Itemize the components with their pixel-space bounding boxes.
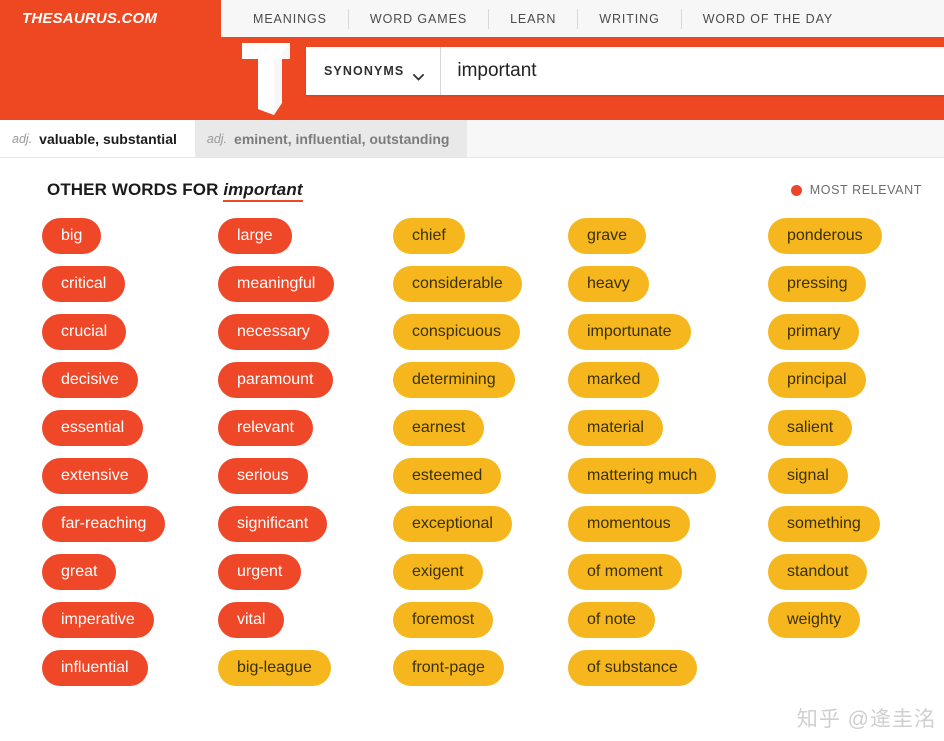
synonym-chip[interactable]: marked bbox=[568, 362, 660, 398]
synonym-chip[interactable]: relevant bbox=[218, 410, 313, 446]
chevron-down-icon bbox=[413, 68, 425, 81]
synonym-chip[interactable]: chief bbox=[393, 218, 465, 254]
synonym-chip[interactable]: big bbox=[42, 218, 102, 254]
nav-item-word-games[interactable]: WORD GAMES bbox=[347, 8, 488, 29]
pos-tabs-filler bbox=[467, 120, 944, 157]
synonym-chip[interactable]: urgent bbox=[218, 554, 302, 590]
nav-item-learn[interactable]: LEARN bbox=[488, 8, 577, 29]
synonym-chip[interactable]: large bbox=[218, 218, 292, 254]
synonym-chip[interactable]: something bbox=[768, 506, 880, 542]
synonym-chip[interactable]: grave bbox=[568, 218, 647, 254]
synonym-chip[interactable]: signal bbox=[768, 458, 848, 494]
top-navigation-bar: THESAURUS.COM MEANINGS WORD GAMES LEARN … bbox=[0, 0, 944, 37]
pos-tab-valuable-substantial[interactable]: adj. valuable, substantial bbox=[0, 120, 195, 157]
nav-item-writing[interactable]: WRITING bbox=[577, 8, 680, 29]
site-logo-text[interactable]: THESAURUS.COM bbox=[0, 0, 221, 37]
synonym-chip[interactable]: pressing bbox=[768, 266, 867, 302]
synonym-chip[interactable]: earnest bbox=[393, 410, 485, 446]
synonym-chip[interactable]: esteemed bbox=[393, 458, 502, 494]
nav-item-meanings[interactable]: MEANINGS bbox=[221, 9, 348, 29]
search-band: SYNONYMS bbox=[0, 37, 944, 120]
synonym-chip[interactable]: mattering much bbox=[568, 458, 717, 494]
pos-tab-eminent-influential-outstanding[interactable]: adj. eminent, influential, outstanding bbox=[194, 120, 468, 157]
synonym-chip[interactable]: front-page bbox=[393, 650, 504, 686]
synonym-chip[interactable]: conspicuous bbox=[393, 314, 520, 350]
synonym-chip[interactable]: critical bbox=[42, 266, 126, 302]
page-title-query-word: important bbox=[223, 180, 303, 202]
relevance-dot-icon bbox=[790, 184, 802, 196]
search-mode-label: SYNONYMS bbox=[324, 64, 405, 78]
search-box: SYNONYMS bbox=[306, 47, 944, 95]
synonym-chip[interactable]: primary bbox=[768, 314, 860, 350]
synonym-chip[interactable]: decisive bbox=[42, 362, 138, 398]
pos-tab-words-1: eminent, influential, outstanding bbox=[234, 130, 450, 147]
search-mode-selector[interactable]: SYNONYMS bbox=[306, 47, 442, 95]
synonym-chip[interactable]: great bbox=[42, 554, 117, 590]
pos-tab-label-0: adj. bbox=[12, 131, 33, 146]
synonym-chip[interactable]: extensive bbox=[42, 458, 148, 494]
synonym-chip[interactable]: momentous bbox=[568, 506, 690, 542]
synonyms-panel: OTHER WORDS FOR important MOST RELEVANT … bbox=[0, 158, 944, 741]
synonym-chip[interactable]: vital bbox=[218, 602, 285, 638]
relevance-legend-label: MOST RELEVANT bbox=[809, 183, 922, 197]
nav-links: MEANINGS WORD GAMES LEARN WRITING WORD O… bbox=[221, 0, 944, 37]
synonym-chip[interactable]: crucial bbox=[42, 314, 127, 350]
page-title-prefix: OTHER WORDS FOR bbox=[47, 180, 219, 199]
panel-header: OTHER WORDS FOR important MOST RELEVANT bbox=[0, 158, 944, 202]
synonym-column-2: chief considerable conspicuous determining e… bbox=[393, 218, 568, 698]
synonym-chip[interactable]: considerable bbox=[393, 266, 522, 302]
synonym-chip[interactable]: importunate bbox=[568, 314, 691, 350]
watermark: 知乎 @逄圭洺 bbox=[796, 708, 936, 731]
synonym-chip[interactable]: necessary bbox=[218, 314, 329, 350]
part-of-speech-tabs: adj. valuable, substantial adj. eminent,… bbox=[0, 120, 944, 158]
synonym-chip[interactable]: influential bbox=[42, 650, 148, 686]
pos-tab-label-1: adj. bbox=[206, 131, 228, 146]
synonym-column-4: ponderous pressing primary principal salient… bbox=[768, 218, 944, 698]
synonym-chip[interactable]: standout bbox=[768, 554, 868, 590]
synonym-chip[interactable]: of moment bbox=[568, 554, 682, 590]
synonym-chip[interactable]: determining bbox=[393, 362, 515, 398]
synonym-chip[interactable]: essential bbox=[42, 410, 144, 446]
synonym-chip[interactable]: paramount bbox=[218, 362, 333, 398]
synonym-chip[interactable]: far-reaching bbox=[42, 506, 166, 542]
synonym-chip[interactable]: meaningful bbox=[218, 266, 335, 302]
synonym-chip[interactable]: heavy bbox=[568, 266, 649, 302]
relevance-legend[interactable]: MOST RELEVANT bbox=[790, 183, 922, 197]
synonym-chip[interactable]: significant bbox=[218, 506, 328, 542]
synonym-columns: big critical crucial decisive essential exten… bbox=[0, 200, 944, 698]
synonym-chip[interactable]: big-league bbox=[218, 650, 331, 686]
synonym-chip[interactable]: exigent bbox=[393, 554, 483, 590]
synonym-chip[interactable]: material bbox=[568, 410, 663, 446]
page-title: OTHER WORDS FOR important bbox=[47, 180, 303, 202]
synonym-chip[interactable]: foremost bbox=[393, 602, 494, 638]
thesaurus-t-logo-icon[interactable] bbox=[238, 39, 294, 119]
synonym-chip[interactable]: weighty bbox=[768, 602, 861, 638]
synonym-chip[interactable]: salient bbox=[768, 410, 853, 446]
synonym-chip[interactable]: of substance bbox=[568, 650, 697, 686]
synonym-chip[interactable]: exceptional bbox=[393, 506, 512, 542]
synonym-column-0: big critical crucial decisive essential exten… bbox=[42, 218, 218, 698]
synonym-chip[interactable]: principal bbox=[768, 362, 866, 398]
synonym-column-3: grave heavy importunate marked material matte… bbox=[568, 218, 768, 698]
synonym-chip[interactable]: serious bbox=[218, 458, 308, 494]
pos-tab-words-0: valuable, substantial bbox=[39, 130, 177, 147]
synonym-chip[interactable]: ponderous bbox=[768, 218, 882, 254]
synonym-chip[interactable]: of note bbox=[568, 602, 655, 638]
search-input[interactable] bbox=[441, 47, 944, 95]
synonym-column-1: large meaningful necessary paramount relevan… bbox=[218, 218, 393, 698]
synonym-chip[interactable]: imperative bbox=[42, 602, 154, 638]
nav-item-word-of-the-day[interactable]: WORD OF THE DAY bbox=[680, 8, 854, 29]
